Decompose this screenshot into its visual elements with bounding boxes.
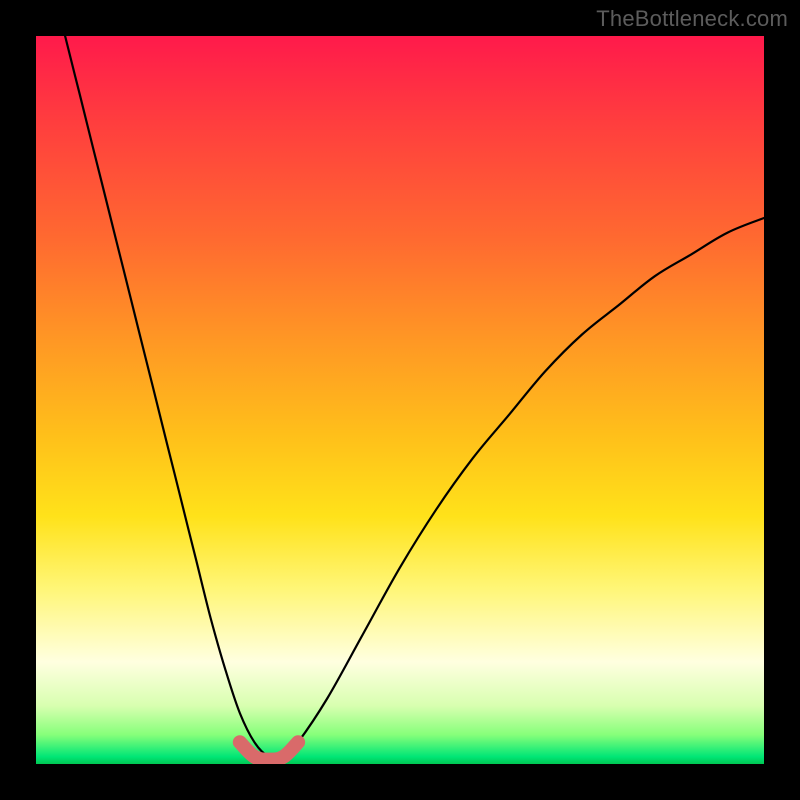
- bottleneck-curve-path: [65, 36, 764, 759]
- chart-frame: TheBottleneck.com: [0, 0, 800, 800]
- min-highlight-path: [240, 742, 298, 759]
- watermark-text: TheBottleneck.com: [596, 6, 788, 32]
- plot-area: [36, 36, 764, 764]
- curve-layer: [36, 36, 764, 764]
